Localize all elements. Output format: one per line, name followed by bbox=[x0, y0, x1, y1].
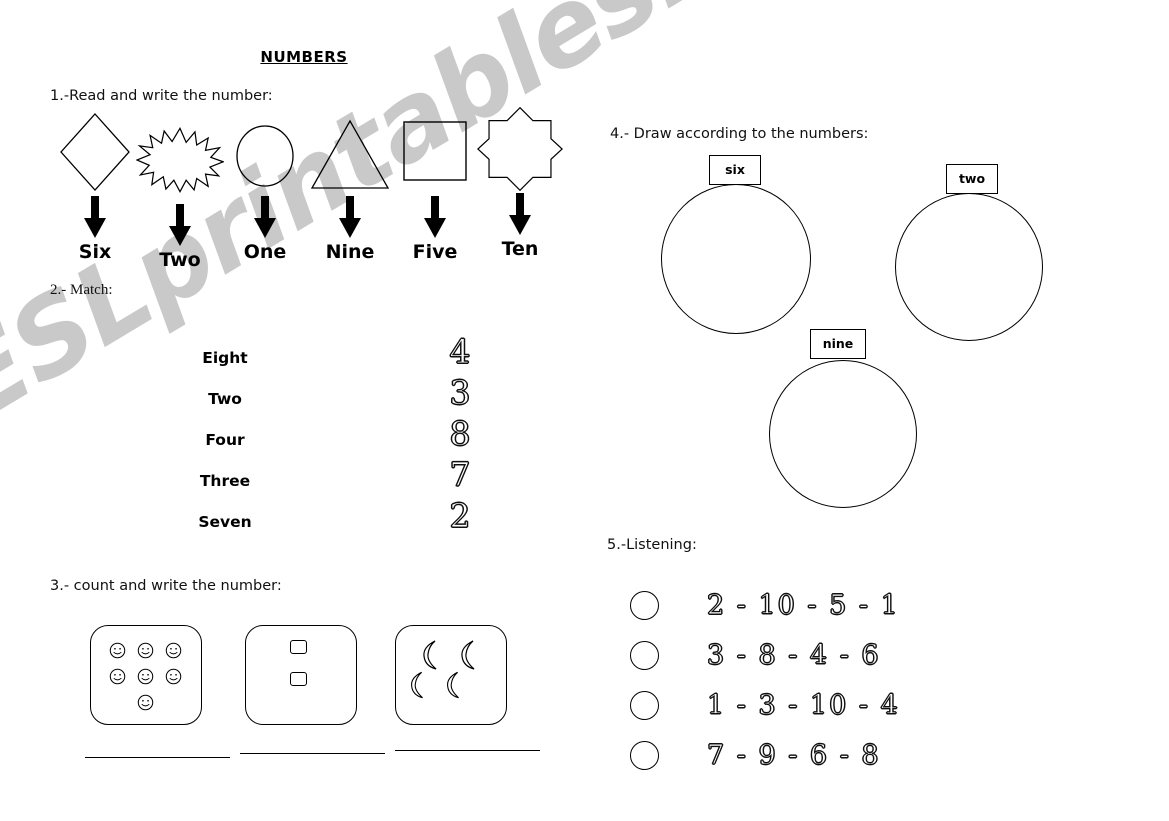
listening-circle[interactable] bbox=[630, 740, 659, 770]
shape-cell-nine: Nine bbox=[305, 108, 395, 263]
draw-label-two: two bbox=[946, 164, 998, 194]
circle-shape bbox=[220, 108, 310, 196]
down-arrow-icon bbox=[339, 196, 361, 238]
draw-circle-six[interactable] bbox=[661, 184, 811, 334]
section-5-heading: 5.-Listening: bbox=[607, 537, 697, 553]
answer-line[interactable] bbox=[395, 750, 540, 751]
smiley-face-icon bbox=[137, 668, 154, 685]
draw-circle-two[interactable] bbox=[895, 193, 1043, 341]
worksheet-page: ESLprintables.com NUMBERS 1.-Read and wr… bbox=[0, 0, 1169, 821]
listening-circle[interactable] bbox=[630, 590, 659, 620]
section-3-heading: 3.- count and write the number: bbox=[50, 578, 282, 594]
page-title: NUMBERS bbox=[260, 48, 348, 66]
small-square-icon bbox=[290, 640, 307, 654]
section-4-heading: 4.- Draw according to the numbers: bbox=[610, 126, 869, 142]
down-arrow-icon bbox=[254, 196, 276, 238]
triangle-shape bbox=[305, 108, 395, 196]
down-arrow-icon bbox=[424, 196, 446, 238]
match-word-item[interactable]: Eight bbox=[170, 338, 280, 379]
match-number-item[interactable]: 2 bbox=[432, 494, 488, 536]
shape-label: Two bbox=[159, 249, 201, 271]
listening-numbers: 2 - 10 - 5 - 1 bbox=[707, 589, 900, 621]
answer-line[interactable] bbox=[240, 753, 385, 754]
shape-label: Nine bbox=[325, 241, 375, 263]
eight-point-star-shape bbox=[475, 105, 565, 193]
listening-numbers: 3 - 8 - 4 - 6 bbox=[707, 639, 881, 671]
match-number-column: 4 3 8 7 2 bbox=[432, 330, 488, 536]
listening-numbers: 7 - 9 - 6 - 8 bbox=[707, 739, 881, 771]
match-number-item[interactable]: 4 bbox=[432, 330, 488, 372]
smiley-face-icon bbox=[109, 642, 126, 659]
down-arrow-icon bbox=[84, 196, 106, 238]
down-arrow-icon bbox=[169, 204, 191, 246]
draw-label-six: six bbox=[709, 155, 761, 185]
shape-cell-six: Six bbox=[50, 108, 140, 263]
listening-circle[interactable] bbox=[630, 690, 659, 720]
shape-cell-two: Two bbox=[135, 108, 225, 271]
moon-grid bbox=[396, 626, 506, 724]
match-word-item[interactable]: Four bbox=[170, 420, 280, 461]
smiley-face-icon bbox=[165, 668, 182, 685]
shape-label: Five bbox=[412, 241, 458, 263]
down-arrow-icon bbox=[509, 193, 531, 235]
match-number-item[interactable]: 7 bbox=[432, 453, 488, 495]
draw-circle-nine[interactable] bbox=[769, 360, 917, 508]
crescent-moon-icon bbox=[444, 670, 464, 705]
starburst-shape bbox=[135, 116, 225, 204]
shape-cell-one: One bbox=[220, 108, 310, 263]
listening-row: 7 - 9 - 6 - 8 bbox=[630, 730, 900, 780]
smiley-face-icon bbox=[137, 694, 154, 711]
match-number-item[interactable]: 8 bbox=[432, 412, 488, 454]
smiley-face-icon bbox=[137, 642, 154, 659]
listening-rows: 2 - 10 - 5 - 1 3 - 8 - 4 - 6 1 - 3 - 10 … bbox=[630, 580, 900, 780]
shape-cell-ten: Ten bbox=[475, 105, 565, 260]
section-2-heading: 2.- Match: bbox=[50, 282, 113, 298]
section-1-heading: 1.-Read and write the number: bbox=[50, 88, 273, 104]
square-grid bbox=[246, 626, 356, 724]
smiley-face-icon bbox=[109, 668, 126, 685]
smiley-grid bbox=[91, 626, 201, 724]
listening-row: 3 - 8 - 4 - 6 bbox=[630, 630, 900, 680]
count-box-smileys bbox=[90, 625, 202, 725]
smiley-face-icon bbox=[165, 642, 182, 659]
shape-cell-five: Five bbox=[390, 108, 480, 263]
count-box-moons bbox=[395, 625, 507, 725]
listening-numbers: 1 - 3 - 10 - 4 bbox=[707, 689, 900, 721]
draw-label-nine: nine bbox=[810, 329, 866, 359]
shape-label: Six bbox=[78, 241, 112, 263]
match-word-column: Eight Two Four Three Seven bbox=[170, 338, 280, 543]
shape-label: Ten bbox=[501, 238, 539, 260]
match-word-item[interactable]: Three bbox=[170, 461, 280, 502]
match-word-item[interactable]: Two bbox=[170, 379, 280, 420]
diamond-shape bbox=[50, 108, 140, 196]
answer-line[interactable] bbox=[85, 757, 230, 758]
square-shape bbox=[390, 108, 480, 196]
crescent-moon-icon bbox=[408, 670, 428, 705]
count-box-squares bbox=[245, 625, 357, 725]
match-word-item[interactable]: Seven bbox=[170, 502, 280, 543]
shapes-row: Six Two One Nine Five Ten bbox=[50, 105, 590, 271]
small-square-icon bbox=[290, 672, 307, 686]
listening-circle[interactable] bbox=[630, 640, 659, 670]
shape-label: One bbox=[243, 241, 287, 263]
listening-row: 2 - 10 - 5 - 1 bbox=[630, 580, 900, 630]
match-number-item[interactable]: 3 bbox=[432, 371, 488, 413]
listening-row: 1 - 3 - 10 - 4 bbox=[630, 680, 900, 730]
